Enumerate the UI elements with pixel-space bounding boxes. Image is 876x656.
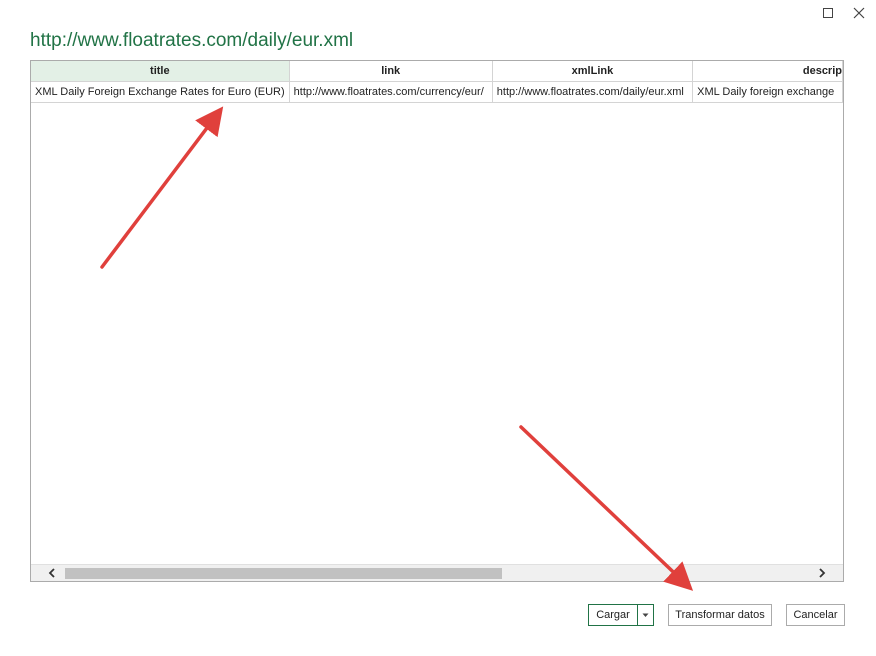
table-cell[interactable]: XML Daily foreign exchange — [692, 81, 843, 103]
close-button[interactable] — [850, 4, 868, 22]
close-icon — [853, 7, 865, 19]
transform-data-button[interactable]: Transformar datos — [668, 604, 772, 626]
column-header-xmllink[interactable]: xmlLink — [492, 61, 694, 82]
table-cell[interactable]: http://www.floatrates.com/currency/eur/ — [289, 81, 493, 103]
table-cell[interactable]: XML Daily Foreign Exchange Rates for Eur… — [31, 81, 290, 103]
column-header-link[interactable]: link — [289, 61, 493, 82]
column-header-title[interactable]: title — [31, 61, 290, 82]
caret-down-icon — [642, 613, 649, 617]
page-title: http://www.floatrates.com/daily/eur.xml — [30, 30, 354, 51]
load-options-dropdown[interactable] — [637, 604, 654, 626]
scroll-right-button[interactable] — [813, 565, 831, 581]
column-header-description[interactable]: descrip — [692, 61, 843, 82]
scrollbar-thumb[interactable] — [65, 568, 502, 579]
maximize-button[interactable] — [819, 4, 837, 22]
navigator-dialog: http://www.floatrates.com/daily/eur.xml … — [0, 0, 876, 656]
cancel-button[interactable]: Cancelar — [786, 604, 845, 626]
table-cell[interactable]: http://www.floatrates.com/daily/eur.xml — [492, 81, 694, 103]
scroll-left-button[interactable] — [43, 565, 61, 581]
table-row: XML Daily Foreign Exchange Rates for Eur… — [31, 81, 843, 103]
maximize-icon — [823, 8, 833, 18]
load-button[interactable]: Cargar — [588, 604, 638, 626]
horizontal-scrollbar[interactable] — [31, 564, 843, 581]
data-preview-grid[interactable]: title link xmlLink descrip XML Daily For… — [30, 60, 844, 582]
table-header-row: title link xmlLink descrip — [31, 61, 843, 82]
chevron-left-icon — [48, 568, 55, 578]
preview-table: title link xmlLink descrip XML Daily For… — [31, 61, 843, 103]
chevron-right-icon — [819, 568, 826, 578]
